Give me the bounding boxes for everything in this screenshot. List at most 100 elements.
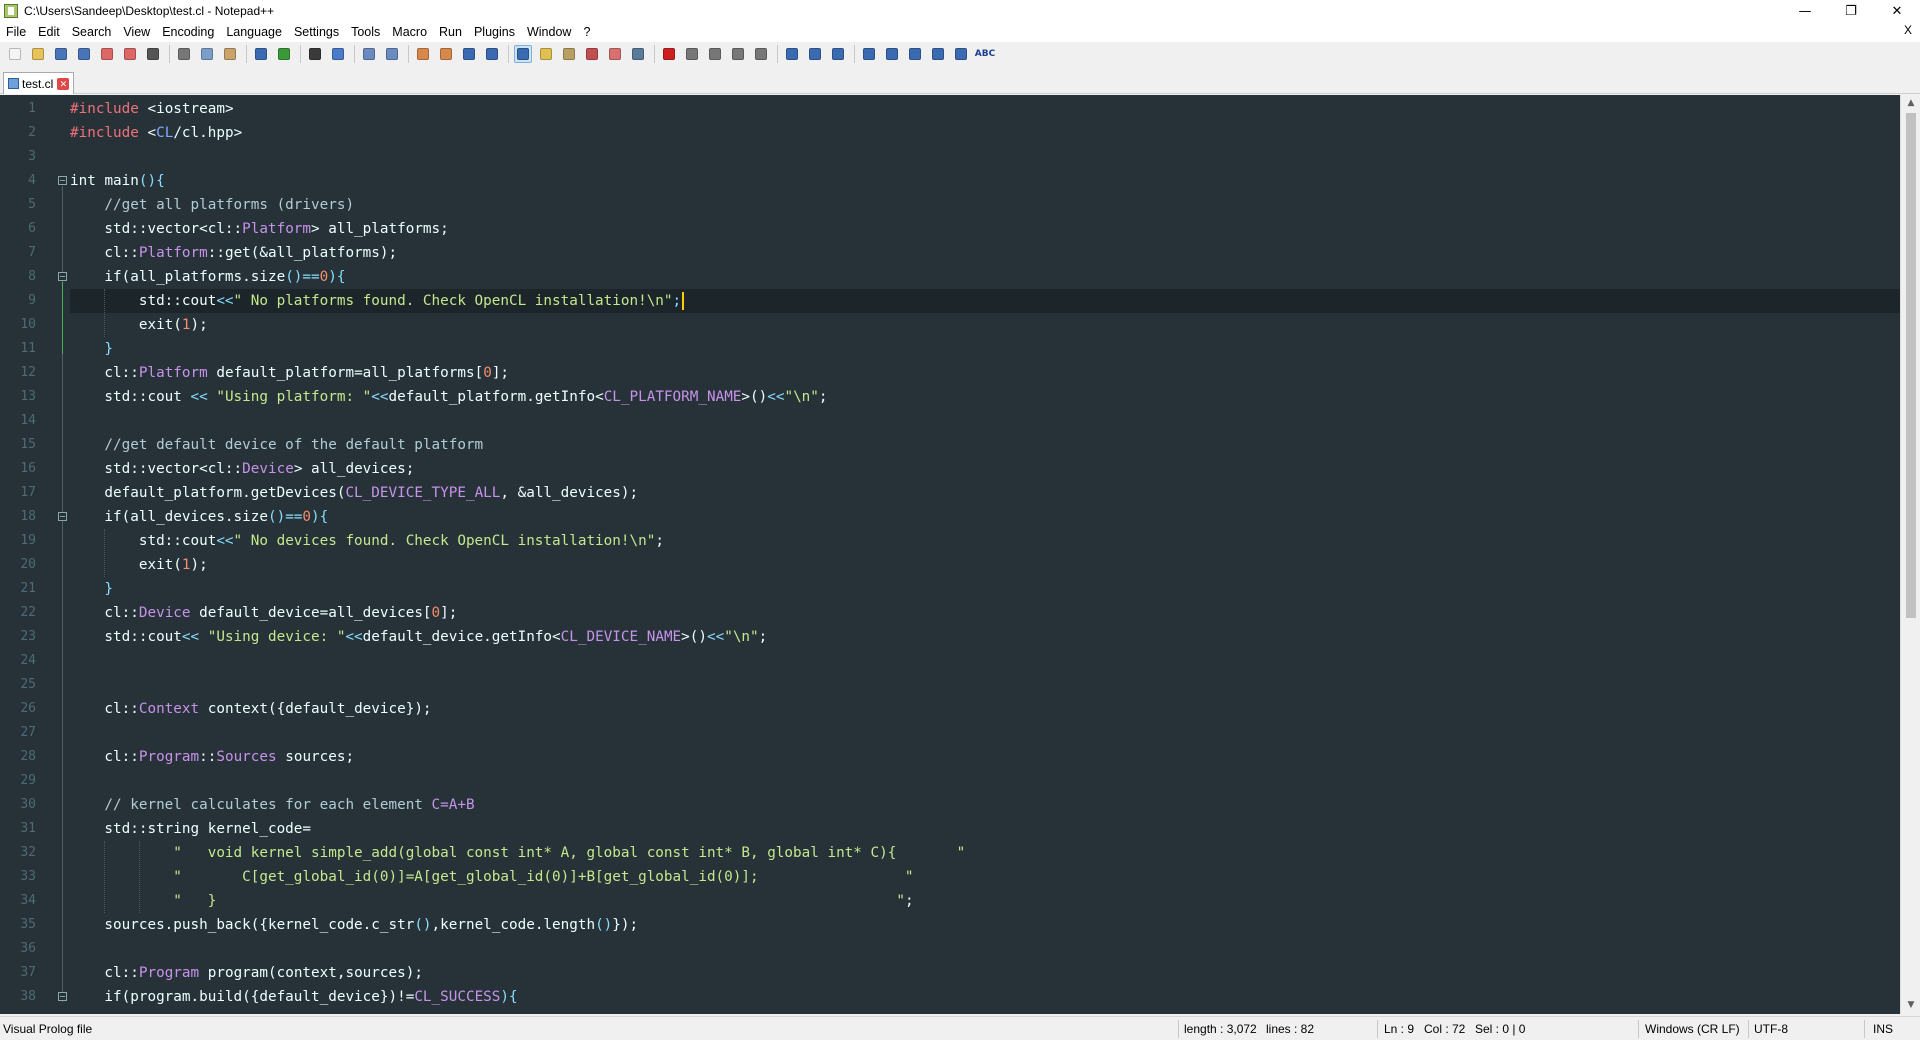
code-line[interactable]: #include <iostream> [70,97,234,121]
print-icon[interactable] [144,45,162,63]
code-line[interactable]: std::cout<< "Using device: "<<default_de… [70,625,767,649]
minimize-button[interactable]: — [1782,0,1828,22]
undo-icon[interactable] [252,45,270,63]
code-line[interactable]: } [70,577,113,601]
code-line[interactable]: cl::Platform::get(&all_platforms); [70,241,397,265]
code-line[interactable]: #include <CL/cl.hpp> [70,121,242,145]
collapse-icon[interactable] [883,45,901,63]
copy-icon[interactable] [198,45,216,63]
close-document-icon[interactable]: X [1904,23,1912,37]
code-line[interactable]: default_platform.getDevices(CL_DEVICE_TY… [70,481,638,505]
run-macro-multiple-icon[interactable] [729,45,747,63]
user-defined-language-icon[interactable] [537,45,555,63]
show-all-characters-icon[interactable] [483,45,501,63]
save-all-icon[interactable] [75,45,93,63]
menu-window[interactable]: Window [521,25,577,39]
code-line[interactable]: std::cout<<" No devices found. Check Ope… [70,529,664,553]
unfold-all-icon[interactable] [929,45,947,63]
code-line[interactable]: cl::Platform default_platform=all_platfo… [70,361,509,385]
code-line[interactable]: if(program.build({default_device})!=CL_S… [70,985,517,1009]
status-insert-mode[interactable]: INS [1873,1022,1893,1036]
close-icon[interactable] [98,45,116,63]
code-line[interactable]: exit(1); [70,313,208,337]
close-all-icon[interactable] [121,45,139,63]
menu-tools[interactable]: Tools [345,25,386,39]
menu-encoding[interactable]: Encoding [156,25,220,39]
code-area[interactable]: #include <iostream> #include <CL/cl.hpp> i… [70,95,1900,1014]
code-line[interactable]: cl::Context context({default_device}); [70,697,431,721]
code-line[interactable]: int main(){ [70,169,165,193]
fold-toggle-icon[interactable]: − [58,992,67,1001]
menu-macro[interactable]: Macro [386,25,433,39]
code-line[interactable]: exit(1); [70,553,208,577]
document-map-icon[interactable] [560,45,578,63]
code-line[interactable]: std::vector<cl::Device> all_devices; [70,457,414,481]
playback-macro-icon[interactable] [706,45,724,63]
fold-toggle-icon[interactable]: − [58,272,67,281]
scroll-up-icon[interactable]: ▲ [1901,95,1920,112]
expand-icon[interactable] [906,45,924,63]
close-tab-icon[interactable]: ✕ [57,77,70,90]
fold-toggle-icon[interactable]: − [58,512,67,521]
zoom-in-icon[interactable] [360,45,378,63]
code-line[interactable]: sources.push_back({kernel_code.c_str(),k… [70,913,638,937]
code-line[interactable]: //get default device of the default plat… [70,433,483,457]
menu-edit[interactable]: Edit [32,25,66,39]
close-window-button[interactable]: ✕ [1874,0,1920,22]
code-line[interactable]: " C[get_global_id(0)]=A[get_global_id(0)… [70,865,913,889]
new-file-icon[interactable] [6,45,24,63]
clone-view-icon[interactable] [806,45,824,63]
menu-settings[interactable]: Settings [288,25,345,39]
save-macro-icon[interactable] [752,45,770,63]
spell-check-icon[interactable]: ABC [975,45,995,63]
compare-icon[interactable] [952,45,970,63]
code-line[interactable]: //get all platforms (drivers) [70,193,354,217]
function-list-icon[interactable] [583,45,601,63]
code-line[interactable]: } [70,337,113,361]
fold-all-icon[interactable] [860,45,878,63]
open-file-icon[interactable] [29,45,47,63]
menu-run[interactable]: Run [433,25,468,39]
word-wrap-icon[interactable] [460,45,478,63]
code-line[interactable]: cl::Device default_device=all_devices[0]… [70,601,457,625]
code-line[interactable]: // kernel calculates for each element C=… [70,793,474,817]
code-line[interactable]: std::vector<cl::Platform> all_platforms; [70,217,448,241]
tab-test-cl[interactable]: test.cl ✕ [3,72,75,94]
fold-toggle-icon[interactable]: − [58,176,67,185]
code-line[interactable]: " void kernel simple_add(global const in… [70,841,965,865]
move-view-icon[interactable] [829,45,847,63]
sync-vertical-icon[interactable] [414,45,432,63]
vertical-scrollbar[interactable]: ▲ ▼ [1900,95,1920,1014]
code-line[interactable]: if(all_platforms.size()==0){ [70,265,345,289]
menu-plugins[interactable]: Plugins [468,25,521,39]
menu-view[interactable]: View [117,25,156,39]
cut-icon[interactable] [175,45,193,63]
menu-file[interactable]: File [0,25,32,39]
find-icon[interactable] [306,45,324,63]
paste-icon[interactable] [221,45,239,63]
code-line[interactable]: cl::Program program(context,sources); [70,961,423,985]
record-macro-icon[interactable] [660,45,678,63]
menu-search[interactable]: Search [66,25,118,39]
folder-as-workspace-icon[interactable] [606,45,624,63]
code-line[interactable]: if(all_devices.size()==0){ [70,505,328,529]
code-line[interactable]: " } "; [70,889,913,913]
replace-icon[interactable] [329,45,347,63]
scrollbar-thumb[interactable] [1906,113,1916,618]
scroll-down-icon[interactable]: ▼ [1901,997,1920,1014]
open-in-new-instance-icon[interactable] [783,45,801,63]
restore-button[interactable]: ❐ [1828,0,1874,22]
save-icon[interactable] [52,45,70,63]
menu-help[interactable]: ? [577,25,596,39]
indent-guide-icon[interactable] [514,45,532,63]
zoom-out-icon[interactable] [383,45,401,63]
redo-icon[interactable] [275,45,293,63]
fold-margin[interactable]: − − − − [56,95,70,1014]
code-line[interactable]: cl::Program::Sources sources; [70,745,354,769]
menu-language[interactable]: Language [220,25,288,39]
code-line[interactable]: std::string kernel_code= [70,817,311,841]
code-line[interactable]: std::cout << "Using platform: "<<default… [70,385,827,409]
code-line[interactable]: std::cout<<" No platforms found. Check O… [70,289,681,313]
code-editor[interactable]: 1 2 3 4 5 6 7 8 9 10 11 12 13 14 15 16 17 18 19 20 21 22 23 24 2… [0,95,1920,1014]
sync-horizontal-icon[interactable] [437,45,455,63]
